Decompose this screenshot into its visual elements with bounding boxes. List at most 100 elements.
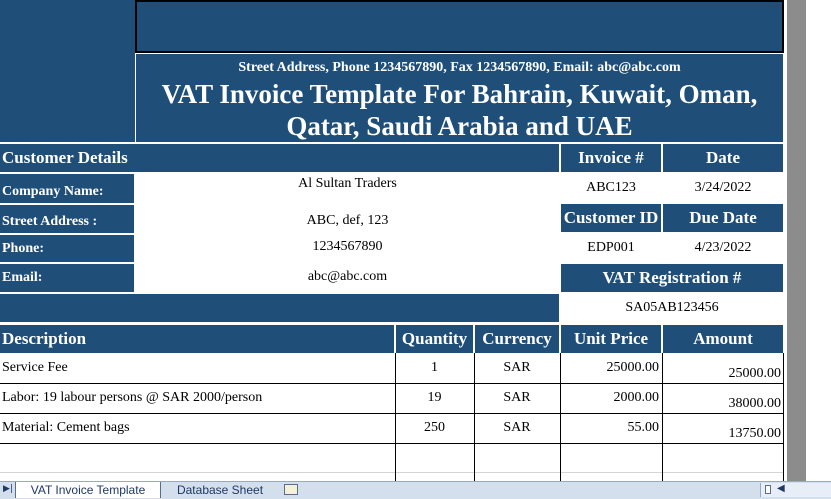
cell-text: 55.00 bbox=[627, 420, 660, 435]
company-name-label-cell: Company Name: bbox=[0, 174, 134, 203]
vat-registration-header: VAT Registration # bbox=[561, 264, 783, 292]
email-label: Email: bbox=[2, 270, 43, 285]
tab-database-sheet[interactable]: Database Sheet bbox=[165, 482, 275, 498]
horizontal-scrollbar[interactable]: ◀ bbox=[760, 483, 831, 497]
customer-id-header: Customer ID bbox=[561, 204, 661, 232]
row-1-quantity[interactable]: 1 bbox=[396, 354, 473, 382]
cell-text: Service Fee bbox=[2, 360, 68, 375]
email-label-cell: Email: bbox=[0, 264, 134, 292]
invoice-number-header: Invoice # bbox=[561, 144, 661, 172]
street-address-label-cell: Street Address : bbox=[0, 205, 134, 233]
email-text: abc@abc.com bbox=[307, 269, 388, 284]
date-label: Date bbox=[706, 148, 740, 167]
company-address-line: Street Address, Phone 1234567890, Fax 12… bbox=[136, 54, 783, 77]
table-rule bbox=[0, 413, 784, 414]
cell-text: Labor: 19 labour persons @ SAR 2000/pers… bbox=[2, 390, 263, 405]
vat-registration-label: VAT Registration # bbox=[602, 268, 742, 287]
description-header-label: Description bbox=[2, 329, 87, 348]
invoice-number-text: ABC123 bbox=[586, 180, 636, 195]
cell-text: SAR bbox=[503, 420, 531, 435]
scroll-left-arrow-icon[interactable]: ◀ bbox=[777, 483, 785, 494]
due-date-label: Due Date bbox=[689, 208, 757, 227]
sheet-tab-bar: ▶| VAT Invoice Template Database Sheet ◀ bbox=[0, 481, 831, 499]
row-2-description[interactable]: Labor: 19 labour persons @ SAR 2000/pers… bbox=[0, 384, 394, 412]
row-3-description[interactable]: Material: Cement bags bbox=[0, 414, 394, 442]
table-rule bbox=[474, 353, 475, 481]
company-name-value[interactable]: Al Sultan Traders bbox=[136, 174, 559, 194]
cell-text: 13750.00 bbox=[728, 426, 782, 441]
address-text: Street Address, Phone 1234567890, Fax 12… bbox=[238, 59, 681, 75]
phone-value[interactable]: 1234567890 bbox=[136, 236, 559, 258]
customer-spacer-bar bbox=[0, 294, 559, 322]
customer-id-value[interactable]: EDP001 bbox=[561, 235, 661, 261]
table-rule bbox=[662, 353, 663, 481]
tab-scroll-last-icon[interactable]: ▶| bbox=[3, 484, 13, 496]
scroll-thumb[interactable] bbox=[765, 485, 771, 494]
customer-details-header: Customer Details bbox=[0, 144, 559, 172]
phone-label-cell: Phone: bbox=[0, 235, 134, 262]
quantity-header-label: Quantity bbox=[401, 329, 468, 348]
company-name-cell[interactable] bbox=[135, 0, 784, 53]
quantity-column-header: Quantity bbox=[396, 325, 473, 353]
phone-text: 1234567890 bbox=[312, 239, 383, 254]
unit-price-column-header: Unit Price bbox=[561, 325, 661, 353]
vertical-scrollbar-area[interactable] bbox=[787, 0, 806, 481]
title-line-2: Qatar, Saudi Arabia and UAE bbox=[286, 111, 633, 141]
row-1-currency[interactable]: SAR bbox=[475, 354, 559, 382]
date-value[interactable]: 3/24/2022 bbox=[663, 175, 783, 201]
date-text: 3/24/2022 bbox=[694, 180, 752, 195]
phone-label: Phone: bbox=[2, 240, 44, 256]
table-rule bbox=[0, 472, 784, 473]
due-date-header: Due Date bbox=[663, 204, 783, 232]
description-column-header: Description bbox=[0, 325, 394, 353]
row-3-currency[interactable]: SAR bbox=[475, 414, 559, 442]
company-name-text: Al Sultan Traders bbox=[298, 176, 397, 191]
street-address-label: Street Address : bbox=[2, 214, 98, 229]
customer-details-label: Customer Details bbox=[2, 148, 128, 167]
cell-text: 2000.00 bbox=[613, 390, 660, 405]
email-value[interactable]: abc@abc.com bbox=[136, 266, 559, 288]
cell-text: SAR bbox=[503, 390, 531, 405]
table-rule bbox=[0, 383, 784, 384]
row-3-unit-price[interactable]: 55.00 bbox=[561, 414, 661, 442]
tab-label: Database Sheet bbox=[176, 483, 264, 497]
cell-text: 25000.00 bbox=[606, 360, 660, 375]
currency-header-label: Currency bbox=[482, 329, 552, 348]
date-header: Date bbox=[663, 144, 783, 172]
customer-id-label: Customer ID bbox=[563, 208, 659, 227]
street-address-text: ABC, def, 123 bbox=[306, 213, 389, 228]
vat-registration-value[interactable]: SA05AB123456 bbox=[561, 295, 783, 321]
tab-label: VAT Invoice Template bbox=[30, 483, 146, 497]
invoice-number-value[interactable]: ABC123 bbox=[561, 175, 661, 201]
cell-text: Material: Cement bags bbox=[2, 420, 130, 435]
insert-sheet-icon[interactable] bbox=[284, 484, 298, 495]
vat-registration-text: SA05AB123456 bbox=[625, 300, 719, 315]
row-2-quantity[interactable]: 19 bbox=[396, 384, 473, 412]
row-1-description[interactable]: Service Fee bbox=[0, 354, 394, 382]
cell-text: SAR bbox=[503, 360, 531, 375]
window-edge bbox=[806, 0, 831, 481]
table-rule bbox=[395, 353, 396, 481]
row-1-unit-price[interactable]: 25000.00 bbox=[561, 354, 661, 382]
row-2-unit-price[interactable]: 2000.00 bbox=[561, 384, 661, 412]
cell-text: 19 bbox=[427, 390, 442, 405]
cell-text: 38000.00 bbox=[728, 396, 782, 411]
tab-vat-invoice-template[interactable]: VAT Invoice Template bbox=[15, 482, 161, 498]
customer-id-text: EDP001 bbox=[587, 240, 635, 255]
street-address-value[interactable]: ABC, def, 123 bbox=[136, 210, 559, 232]
currency-column-header: Currency bbox=[475, 325, 559, 353]
cell-text: 1 bbox=[431, 360, 438, 375]
due-date-value[interactable]: 4/23/2022 bbox=[663, 235, 783, 261]
row-2-currency[interactable]: SAR bbox=[475, 384, 559, 412]
invoice-number-label: Invoice # bbox=[578, 148, 644, 167]
row-3-quantity[interactable]: 250 bbox=[396, 414, 473, 442]
amount-header-label: Amount bbox=[693, 329, 753, 348]
company-name-label: Company Name: bbox=[2, 183, 104, 199]
cell-text: 25000.00 bbox=[728, 366, 782, 381]
due-date-text: 4/23/2022 bbox=[694, 240, 752, 255]
table-rule bbox=[0, 443, 784, 444]
title-line-1: VAT Invoice Template For Bahrain, Kuwait… bbox=[161, 79, 758, 109]
cell-text: 250 bbox=[424, 420, 445, 435]
header-left-block bbox=[0, 0, 135, 142]
table-rule bbox=[560, 353, 561, 481]
